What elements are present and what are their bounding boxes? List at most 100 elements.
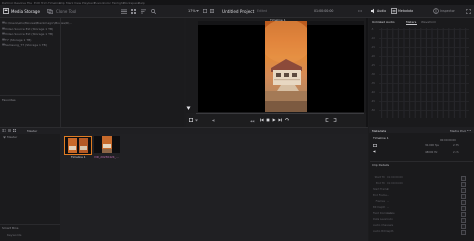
mark-in-icon[interactable]: [325, 118, 329, 122]
meter-channel: [397, 28, 399, 118]
timeline-timecode[interactable]: 01:00:00:00: [314, 9, 333, 13]
metadata-checkbox[interactable]: [461, 224, 466, 229]
metadata-field-value[interactable]: --: [387, 224, 389, 227]
metadata-checkbox[interactable]: [461, 176, 466, 181]
menu-app[interactable]: DaVinci Resolve: [2, 1, 26, 5]
metadata-field-label: Start TC: [374, 176, 385, 179]
tab-waveform[interactable]: Waveform: [421, 20, 436, 24]
more-options-icon[interactable]: [467, 129, 471, 132]
audio-scrub-icon[interactable]: [212, 118, 216, 122]
viewer-options-chevron-icon[interactable]: [195, 119, 198, 122]
metadata-checkbox[interactable]: [461, 206, 466, 211]
viewer-zoom[interactable]: 17%: [188, 9, 196, 13]
metadata-checkbox[interactable]: [461, 194, 466, 199]
metadata-duration: 2.75: [453, 144, 459, 147]
clip-thumbnail-video[interactable]: [94, 136, 120, 153]
metadata-checkbox[interactable]: [461, 230, 466, 235]
media-pool-selector[interactable]: Media Pool: [450, 129, 466, 133]
menu-view[interactable]: View: [74, 1, 81, 5]
audio-panel-title: Unlinked Audio: [372, 19, 395, 24]
mark-out-icon[interactable]: [333, 118, 337, 122]
meter-channel: [386, 28, 388, 118]
meter-channel: [414, 28, 416, 118]
meter-scale-label: -5: [371, 28, 374, 31]
more-options-icon[interactable]: [358, 9, 362, 13]
menu-edit[interactable]: Edit: [34, 1, 40, 5]
audio-tab-label[interactable]: Audio: [377, 9, 386, 13]
bin-master[interactable]: Master: [7, 135, 17, 139]
grid-view-icon[interactable]: [131, 8, 136, 14]
audio-meter-scale: [379, 28, 469, 118]
sidebar-toggle-icon[interactable]: [2, 128, 6, 132]
metadata-field-value[interactable]: Auto: [387, 218, 393, 221]
viewer-split-icon[interactable]: [210, 9, 214, 13]
smart-bins-label: Smart Bins: [2, 226, 19, 230]
metadata-field-value[interactable]: 01:00:04:00: [387, 182, 403, 185]
skip-back-icon[interactable]: [260, 118, 264, 122]
menu-clip[interactable]: Clip: [59, 1, 65, 5]
storage-location[interactable]: C:\Users\ehs\Movies\Blackmagic\Movies\R\…: [5, 21, 72, 25]
metadata-field-label: Start Frame: [373, 188, 389, 191]
audio-icon[interactable]: [370, 8, 376, 14]
viewer-options-icon[interactable]: [203, 9, 207, 13]
inspector-tab-label[interactable]: Inspector: [440, 9, 455, 13]
meter-channel: [465, 28, 467, 118]
storage-location[interactable]: T7 (Storage 1 TB): [5, 38, 31, 42]
meter-channel: [437, 28, 439, 118]
metadata-checkbox[interactable]: [461, 212, 466, 217]
metadata-checkbox[interactable]: [461, 182, 466, 187]
list-view-icon[interactable]: [121, 9, 127, 14]
storage-location[interactable]: Samsung_T7 (Storage 1 TB): [5, 43, 47, 47]
metadata-field-value[interactable]: 01:00:00:00: [387, 176, 403, 179]
metadata-field-value[interactable]: --: [387, 194, 389, 197]
chevron-down-icon[interactable]: [3, 136, 6, 139]
menu-workspace[interactable]: Workspace: [123, 1, 139, 5]
metadata-checkbox[interactable]: [461, 200, 466, 205]
sort-icon[interactable]: [141, 9, 146, 14]
house-image: [265, 21, 307, 112]
fullscreen-icon[interactable]: [466, 8, 471, 14]
play-icon[interactable]: [272, 118, 276, 122]
menu-file[interactable]: File: [27, 1, 32, 5]
clone-tool-icon[interactable]: [47, 8, 53, 14]
viewer-size-icon[interactable]: [189, 118, 193, 122]
grid-view-icon[interactable]: [13, 128, 16, 132]
metadata-field-value[interactable]: --: [387, 230, 389, 233]
metadata-tab-label[interactable]: Metadata: [398, 9, 413, 13]
menu-help[interactable]: Help: [138, 1, 145, 5]
audio-format-icon: [373, 150, 376, 153]
clip-name[interactable]: Timeline 1: [71, 155, 86, 159]
metadata-icon[interactable]: [391, 8, 397, 14]
meter-scale-label: -40: [371, 91, 375, 94]
meter-scale-label: -35: [371, 82, 375, 85]
meter-channel: [420, 28, 422, 118]
clip-name[interactable]: VID_20230424_...: [94, 155, 119, 159]
menu-color[interactable]: Color: [103, 1, 111, 5]
metadata-field-value[interactable]: --: [387, 200, 389, 203]
menu-mark[interactable]: Mark: [66, 1, 73, 5]
storage-location[interactable]: Video Source Ext (Storage 1 TB): [5, 32, 53, 36]
metadata-checkbox[interactable]: [461, 188, 466, 193]
list-view-icon[interactable]: [8, 128, 11, 132]
skip-forward-icon[interactable]: [278, 118, 282, 122]
media-storage-label[interactable]: Media Storage: [11, 9, 40, 14]
metadata-clip-name: Timeline 1: [373, 135, 389, 140]
inspector-icon[interactable]: [433, 8, 439, 14]
metadata-framerate: 30.000 fps: [425, 144, 439, 147]
metadata-field-value[interactable]: 0: [387, 188, 389, 191]
metadata-field-value[interactable]: Auto: [387, 212, 393, 215]
loop-icon[interactable]: [285, 118, 289, 122]
media-storage-icon[interactable]: [3, 8, 9, 14]
metadata-field-value[interactable]: --: [387, 206, 389, 209]
zoom-chevron-down-icon[interactable]: [196, 10, 199, 12]
metadata-checkbox[interactable]: [461, 218, 466, 223]
meter-channel: [453, 28, 455, 118]
playhead-marker-icon[interactable]: [186, 106, 191, 111]
storage-location[interactable]: Video Source Ext (Storage 1 TB): [5, 27, 53, 31]
menu-trim[interactable]: Trim: [41, 1, 47, 5]
clip-thumbnail-timeline[interactable]: [64, 136, 92, 155]
search-icon[interactable]: [151, 8, 156, 14]
smart-bin-keywords[interactable]: Keywords: [7, 233, 21, 237]
clone-tool-label[interactable]: Clone Tool: [56, 9, 76, 14]
stop-icon[interactable]: [266, 118, 270, 122]
